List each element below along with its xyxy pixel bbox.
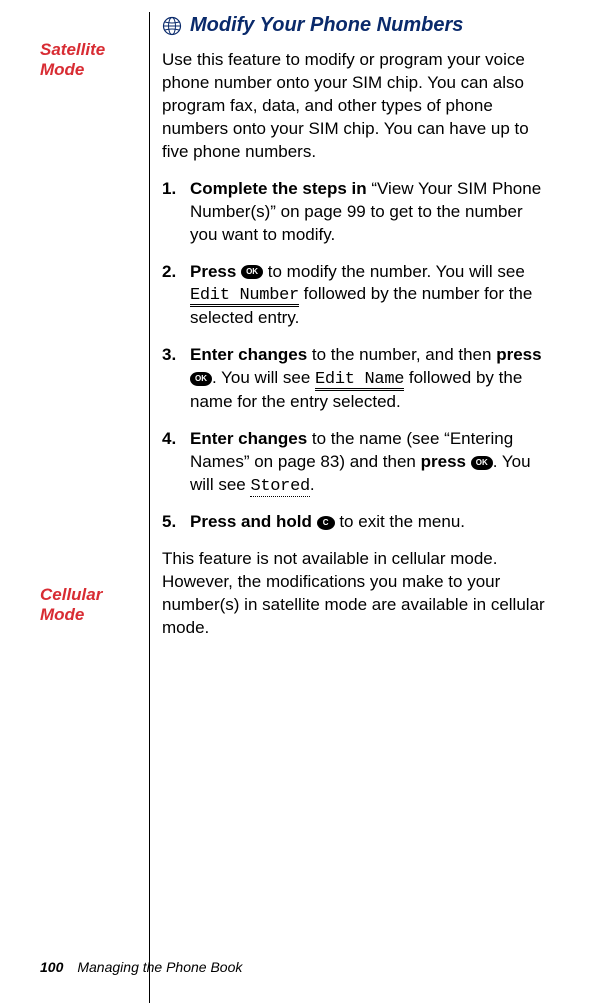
- step-3-txt2: . You will see: [212, 368, 315, 387]
- step-4-bold2: press: [421, 452, 466, 471]
- ok-button-icon: OK: [241, 265, 263, 279]
- sidebar-cellular-label: Cellular Mode: [40, 585, 137, 626]
- step-5-end: to exit the menu.: [335, 512, 465, 531]
- step-3: Enter changes to the number, and then pr…: [162, 344, 550, 414]
- main-content: Modify Your Phone Numbers Use this featu…: [162, 12, 550, 1003]
- step-3-bold1: Enter changes: [190, 345, 307, 364]
- page-number: 100: [40, 959, 63, 975]
- sidebar-satellite-label: Satellite Mode: [40, 40, 137, 81]
- step-4-bold1: Enter changes: [190, 429, 307, 448]
- step-1-bold: Complete the steps in: [190, 179, 367, 198]
- step-1: Complete the steps in “View Your SIM Pho…: [162, 178, 550, 247]
- intro-paragraph: Use this feature to modify or program yo…: [162, 49, 550, 164]
- step-3-txt1: to the number, and then: [307, 345, 496, 364]
- edit-name-display: Edit Name: [315, 371, 404, 391]
- steps-list: Complete the steps in “View Your SIM Pho…: [162, 178, 550, 534]
- section-heading: Modify Your Phone Numbers: [162, 12, 550, 39]
- chapter-title: Managing the Phone Book: [77, 959, 242, 975]
- step-4: Enter changes to the name (see “Entering…: [162, 428, 550, 497]
- ok-button-icon: OK: [190, 372, 212, 386]
- ok-button-icon: OK: [471, 456, 493, 470]
- c-button-icon: C: [317, 516, 335, 530]
- step-4-end: .: [310, 475, 315, 494]
- cellular-paragraph: This feature is not available in cellula…: [162, 548, 550, 640]
- step-2: Press OK to modify the number. You will …: [162, 261, 550, 331]
- step-3-bold2: press: [496, 345, 541, 364]
- sidebar: Satellite Mode Cellular Mode: [40, 12, 150, 1003]
- step-2-mid: to modify the number. You will see: [263, 262, 525, 281]
- step-5: Press and hold C to exit the menu.: [162, 511, 550, 534]
- edit-number-display: Edit Number: [190, 287, 299, 307]
- page-footer: 100 Managing the Phone Book: [40, 958, 242, 977]
- step-2-bold: Press: [190, 262, 236, 281]
- step-5-bold: Press and hold: [190, 512, 312, 531]
- stored-display: Stored: [250, 478, 309, 497]
- heading-text: Modify Your Phone Numbers: [190, 12, 463, 39]
- globe-icon: [162, 16, 182, 36]
